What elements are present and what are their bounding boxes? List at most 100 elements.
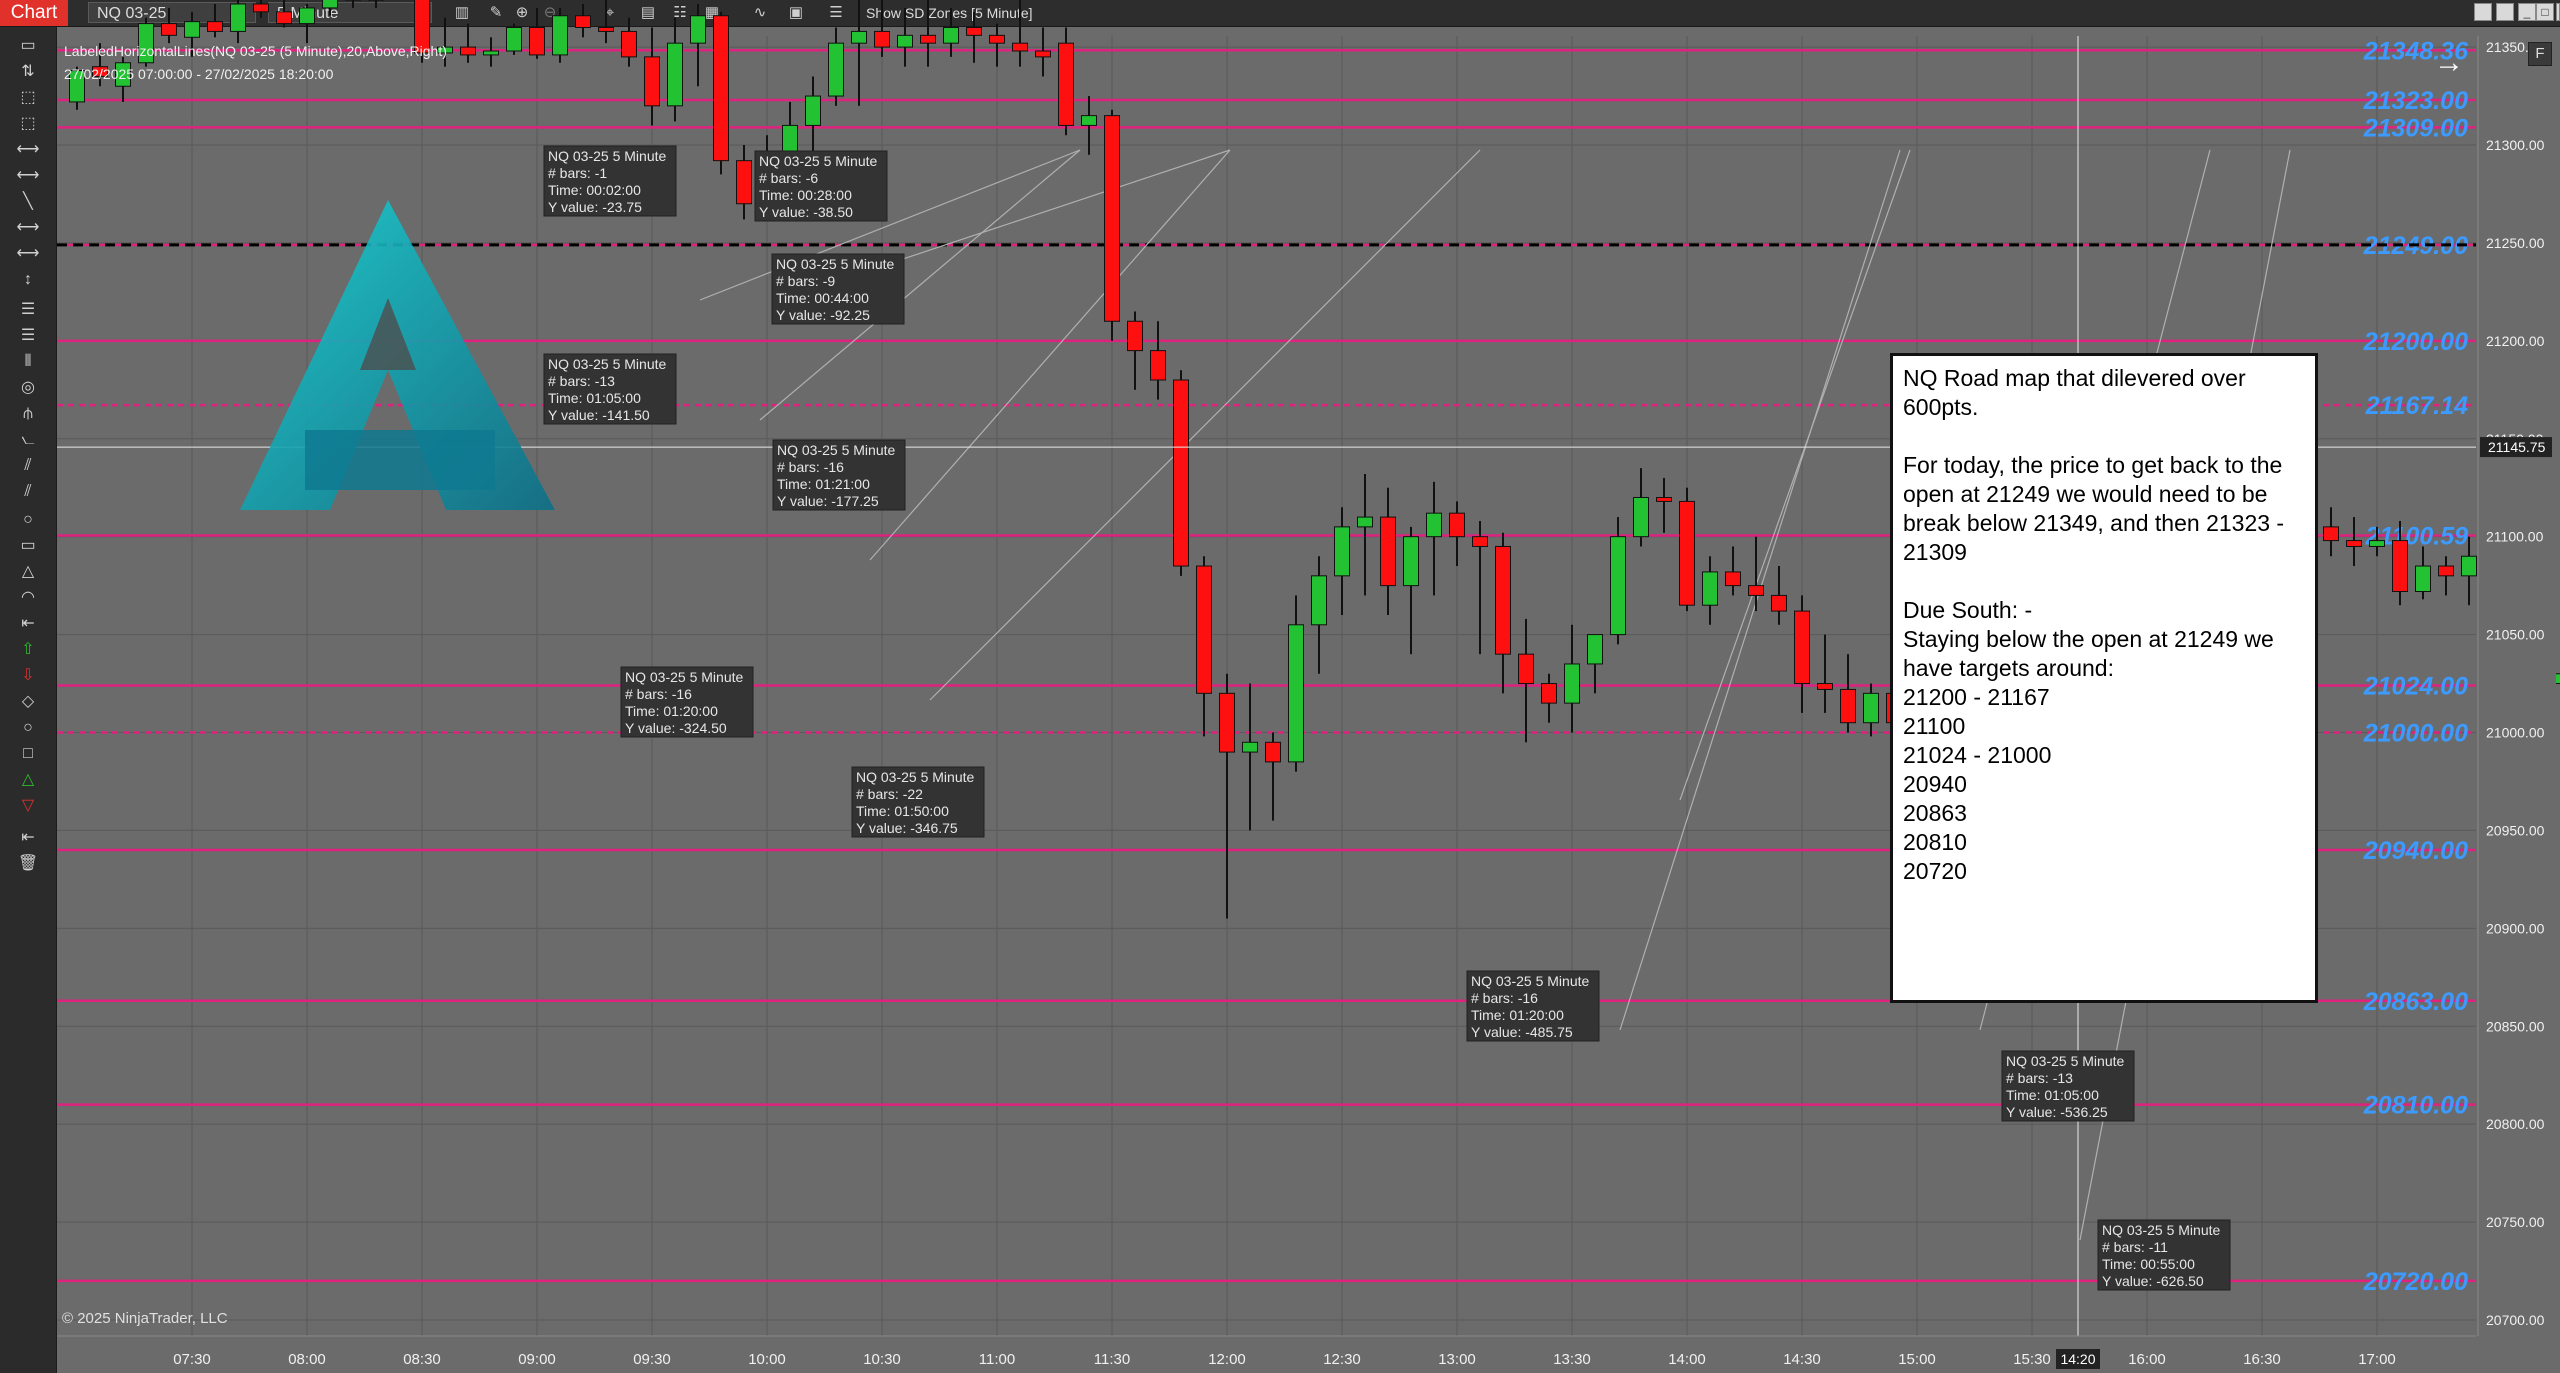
measure-label-text: NQ 03-25 5 Minute (2102, 1222, 2220, 1238)
crosshair-price-label: 21145.75 (2488, 439, 2546, 455)
measure-label-text: # bars: -22 (856, 786, 923, 802)
measure-label-text: Time: 01:20:00 (1471, 1007, 1564, 1023)
candle-body (207, 21, 223, 32)
candle-body (1449, 512, 1465, 538)
x-tick-label: 14:30 (1783, 1351, 1821, 1368)
x-tick-label: 12:30 (1323, 1351, 1361, 1368)
measure-label-text: Time: 01:05:00 (2006, 1087, 2099, 1103)
measure-label-text: NQ 03-25 5 Minute (776, 256, 894, 272)
candle-body (276, 11, 292, 25)
candle-body (851, 30, 867, 44)
candle-body (1380, 516, 1396, 587)
arrow-right-icon[interactable]: → (2434, 48, 2464, 78)
candle-body (667, 42, 683, 107)
level-label: 21024.00 (2363, 673, 2468, 701)
measure-label-text: # bars: -16 (1471, 990, 1538, 1006)
x-tick-label: 16:30 (2243, 1351, 2281, 1368)
candle-body (1265, 741, 1281, 763)
candle-body (966, 27, 982, 36)
measure-label-text: # bars: -9 (776, 273, 835, 289)
f-button[interactable]: F (2528, 42, 2552, 66)
candle-body (1771, 594, 1787, 612)
candle-body (322, 0, 338, 9)
measure-label-text: Y value: -536.25 (2006, 1104, 2108, 1120)
x-tick-label: 08:00 (288, 1351, 326, 1368)
level-label: 20810.00 (2363, 1092, 2468, 1120)
x-tick-label: 16:00 (2128, 1351, 2166, 1368)
measure-label-text: Time: 00:28:00 (759, 187, 852, 203)
level-label: 20940.00 (2363, 837, 2468, 865)
candle-body (1242, 741, 1258, 753)
candle-body (1679, 500, 1695, 606)
candle-body (575, 15, 591, 28)
candle-body (299, 7, 315, 25)
x-tick-label: 10:00 (748, 1351, 786, 1368)
candle-body (1633, 497, 1649, 538)
measure-label-text: Y value: -626.50 (2102, 1273, 2204, 1289)
copyright-text: © 2025 NinjaTrader, LLC (62, 1310, 228, 1327)
x-tick-label: 17:00 (2358, 1351, 2396, 1368)
measure-label-text: Time: 01:50:00 (856, 803, 949, 819)
x-tick-label: 15:30 (2013, 1351, 2051, 1368)
measure-label-text: Y value: -485.75 (1471, 1024, 1573, 1040)
measure-label-text: # bars: -16 (777, 459, 844, 475)
candle-body (1150, 350, 1166, 381)
candle-body (1656, 497, 1672, 502)
measure-label-text: NQ 03-25 5 Minute (625, 669, 743, 685)
candle-body (1012, 42, 1028, 52)
measure-label-text: Y value: -346.75 (856, 820, 958, 836)
candle-body (989, 34, 1005, 44)
x-tick-label: 10:30 (863, 1351, 901, 1368)
measure-label-text: # bars: -16 (625, 686, 692, 702)
price-axis (2478, 36, 2556, 1336)
candle-body (1725, 571, 1741, 587)
candle-body (2323, 526, 2339, 542)
logo-image (240, 200, 555, 510)
candle-body (943, 27, 959, 44)
candle-body (920, 34, 936, 44)
road-map-note: NQ Road map that dilevered over 600pts. … (1890, 353, 2318, 1003)
candle-body (1518, 653, 1534, 685)
y-tick-label: 20750.00 (2486, 1214, 2545, 1230)
candle-body (1403, 536, 1419, 587)
x-tick-label: 13:30 (1553, 1351, 1591, 1368)
candle-body (1748, 585, 1764, 596)
candle-body (2369, 540, 2385, 547)
y-tick-label: 20950.00 (2486, 822, 2545, 838)
level-label: 21323.00 (2363, 87, 2468, 115)
candle-body (713, 15, 729, 162)
candle-body (529, 27, 545, 56)
crosshair-time-label: 14:20 (2060, 1351, 2095, 1367)
y-tick-label: 20850.00 (2486, 1018, 2545, 1034)
y-tick-label: 21000.00 (2486, 725, 2545, 741)
candle-body (2346, 540, 2362, 547)
candle-body (1081, 115, 1097, 126)
candle-body (1334, 526, 1350, 577)
y-tick-label: 20800.00 (2486, 1116, 2545, 1132)
candle-body (690, 15, 706, 44)
x-tick-label: 11:00 (979, 1351, 1015, 1368)
measure-label-text: NQ 03-25 5 Minute (759, 153, 877, 169)
x-tick-label: 07:30 (173, 1351, 211, 1368)
candle-body (1104, 115, 1120, 322)
candle-body (805, 95, 821, 126)
measure-label-text: # bars: -1 (548, 165, 607, 181)
candle-body (1035, 50, 1051, 58)
x-tick-label: 09:00 (518, 1351, 556, 1368)
candle-body (1794, 610, 1810, 685)
candle-body (1288, 624, 1304, 763)
level-label: 21309.00 (2363, 114, 2468, 142)
candle-body (736, 160, 752, 205)
level-label: 20720.00 (2363, 1268, 2468, 1296)
candle-body (161, 23, 177, 36)
measure-label-text: NQ 03-25 5 Minute (548, 148, 666, 164)
candle-body (1587, 634, 1603, 665)
y-tick-label: 21250.00 (2486, 235, 2545, 251)
candle-body (874, 30, 890, 48)
level-label: 21000.00 (2363, 720, 2468, 748)
candle-body (897, 34, 913, 48)
measure-label-text: Time: 00:55:00 (2102, 1256, 2195, 1272)
x-tick-label: 12:00 (1208, 1351, 1246, 1368)
y-tick-label: 21300.00 (2486, 137, 2545, 153)
candle-body (1863, 692, 1879, 724)
